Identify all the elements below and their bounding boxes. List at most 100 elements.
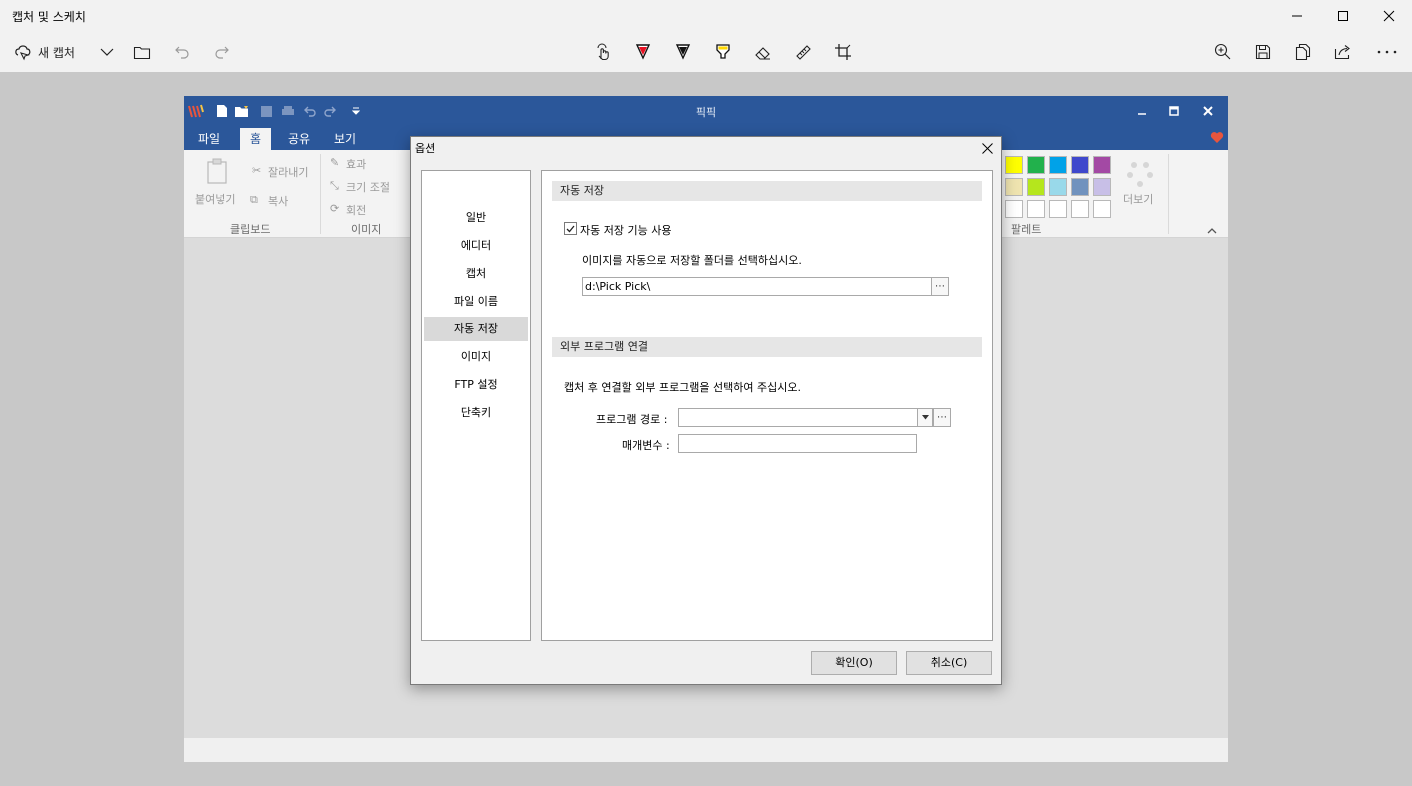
palette-swatch [1005,156,1023,174]
browse-folder-button[interactable]: ⋯ [931,277,949,296]
dropdown-arrow-icon [921,415,929,420]
share-icon [1334,45,1350,60]
zoom-in-icon [1214,43,1231,60]
ballpoint-pen-icon [635,44,651,60]
palette-swatch [1005,200,1023,218]
ellipsis-icon: ⋯ [937,412,947,423]
program-path-dropdown[interactable] [917,408,933,427]
picpick-close-icon [1200,103,1216,119]
picpick-maximize-icon [1166,103,1182,119]
maximize-button[interactable] [1320,0,1366,32]
ribbon-separator [320,154,321,234]
close-button[interactable] [1366,0,1412,32]
dialog-close-button[interactable] [975,138,999,158]
nav-item-image[interactable]: 이미지 [424,345,528,369]
program-path-input[interactable] [678,408,918,427]
nav-item-filename[interactable]: 파일 이름 [424,290,528,314]
ellipsis-icon: ⋯ [935,281,945,292]
touch-writing-button[interactable] [588,32,618,72]
redo-icon [215,46,229,59]
tab-view: 보기 [334,132,357,146]
clipboard-group-label: 클립보드 [230,223,271,236]
new-capture-button[interactable]: 새 캡처 [10,32,100,72]
picpick-status-bar [184,738,1228,762]
close-icon [1383,10,1395,22]
paste-icon [206,158,228,187]
nav-item-editor[interactable]: 에디터 [424,234,528,258]
options-category-list: 일반 에디터 캡처 파일 이름 자동 저장 이미지 FTP 설정 단축키 [421,170,531,641]
palette-swatch [1027,178,1045,196]
cancel-button[interactable]: 취소(C) [906,651,992,675]
nav-item-capture[interactable]: 캡처 [424,262,528,286]
autosave-section-header: 자동 저장 [552,181,982,201]
program-path-label: 프로그램 경로 : [596,413,668,426]
autosave-folder-input[interactable]: d:\Pick Pick\ [582,277,932,296]
save-icon [1255,44,1271,60]
palette-swatch [1005,178,1023,196]
highlighter-icon [716,44,730,59]
autosave-checkbox-label[interactable]: 자동 저장 기능 사용 [580,222,671,238]
chevron-down-icon [100,48,114,56]
ok-button[interactable]: 확인(O) [811,651,897,675]
undo-button[interactable] [168,32,196,72]
palette-swatch [1093,200,1111,218]
ballpoint-pen-button[interactable] [628,32,658,72]
more-options-button[interactable] [1370,32,1404,72]
zoom-button[interactable] [1208,32,1238,72]
palette-group-label: 팔레트 [1011,223,1042,236]
nav-item-autosave[interactable]: 자동 저장 [424,317,528,341]
tab-home: 홈 [240,128,272,150]
more-icon [1377,50,1397,54]
browse-program-button[interactable]: ⋯ [933,408,951,427]
app-title: 캡처 및 스케치 [12,10,86,24]
maximize-icon [1338,11,1348,21]
ruler-icon [796,45,811,60]
crop-button[interactable] [828,32,858,72]
nav-item-hotkeys[interactable]: 단축키 [424,401,528,425]
snip-toolbar: 새 캡처 [0,32,1412,103]
collapse-ribbon-icon [1207,223,1217,237]
capture-mode-dropdown[interactable] [96,32,118,72]
checkmark-icon [566,225,575,232]
autosave-checkbox[interactable] [564,222,577,235]
undo-icon [175,46,189,59]
dialog-title: 옵션 [415,142,436,155]
paste-label: 붙여넣기 [195,193,236,206]
snip-title-bar: 캡처 및 스케치 [0,0,1412,32]
save-button[interactable] [1248,32,1278,72]
palette-swatch [1027,200,1045,218]
rotate-label: 회전 [346,204,367,217]
rotate-icon: ⟳ [330,202,340,215]
pencil-icon [675,44,691,60]
parameters-input[interactable] [678,434,917,453]
nav-item-ftp[interactable]: FTP 설정 [424,373,528,397]
open-file-button[interactable] [128,32,156,72]
palette-swatch [1071,200,1089,218]
highlighter-button[interactable] [708,32,738,72]
minimize-icon [1292,15,1302,17]
picpick-title: 픽픽 [695,106,717,119]
pencil-button[interactable] [668,32,698,72]
ruler-button[interactable] [788,32,818,72]
cut-icon: ✂ [252,164,262,177]
minimize-button[interactable] [1274,0,1320,32]
palette-swatch [1049,178,1067,196]
options-dialog: 옵션 일반 에디터 캡처 파일 이름 자동 저장 이미지 FTP 설정 단축키 … [410,136,1002,685]
copy-label: 복사 [268,195,289,208]
more-colors-label: 더보기 [1123,193,1154,206]
folder-prompt: 이미지를 자동으로 저장할 폴더를 선택하십시오. [582,254,802,267]
palette-swatch [1071,178,1089,196]
redo-button[interactable] [208,32,236,72]
copy-button[interactable] [1288,32,1318,72]
effect-icon: ✎ [330,156,340,169]
copy-icon: ⧉ [250,193,258,206]
nav-item-general[interactable]: 일반 [424,206,528,230]
more-colors-icon [1126,160,1154,191]
eraser-button[interactable] [748,32,778,72]
heart-icon [1210,131,1224,147]
palette-swatch [1049,156,1067,174]
palette-swatch [1071,156,1089,174]
share-button[interactable] [1328,32,1358,72]
copy-icon [1295,43,1311,61]
parameters-label: 매개변수 : [622,439,670,452]
